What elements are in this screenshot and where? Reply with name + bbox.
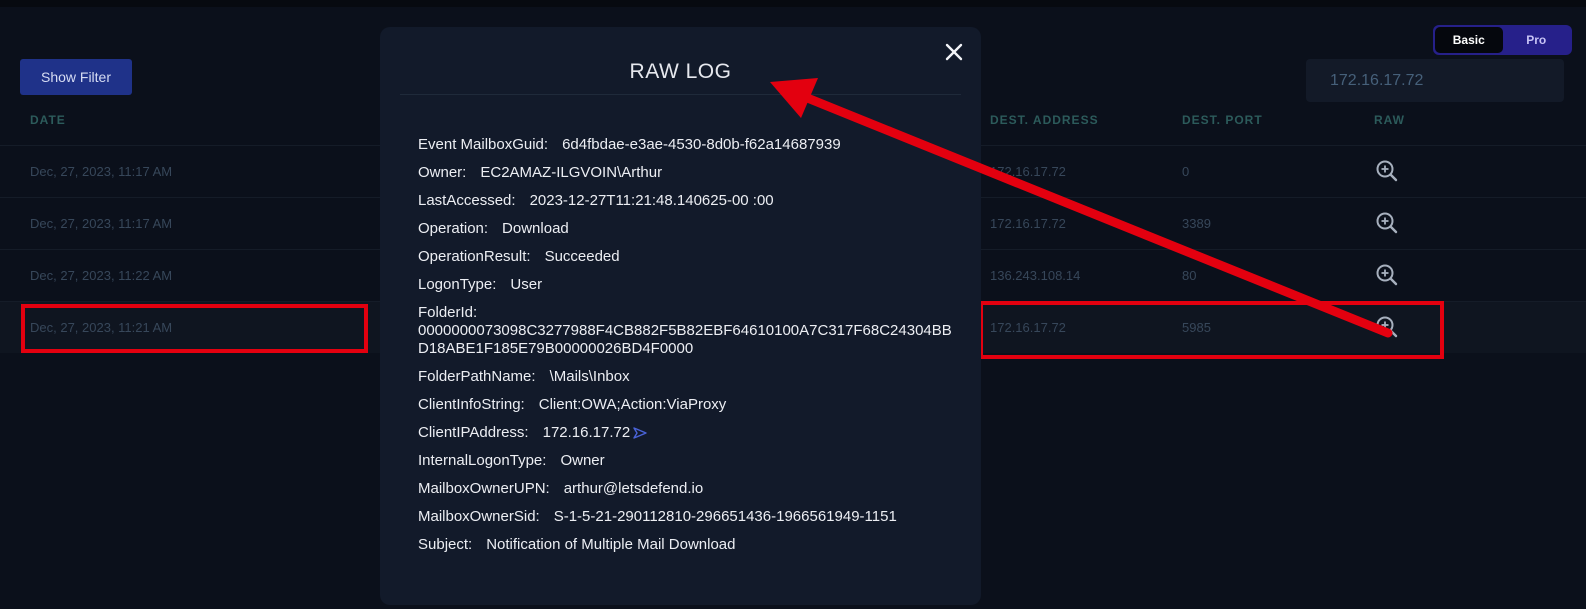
annotation-arrow xyxy=(770,78,1393,338)
